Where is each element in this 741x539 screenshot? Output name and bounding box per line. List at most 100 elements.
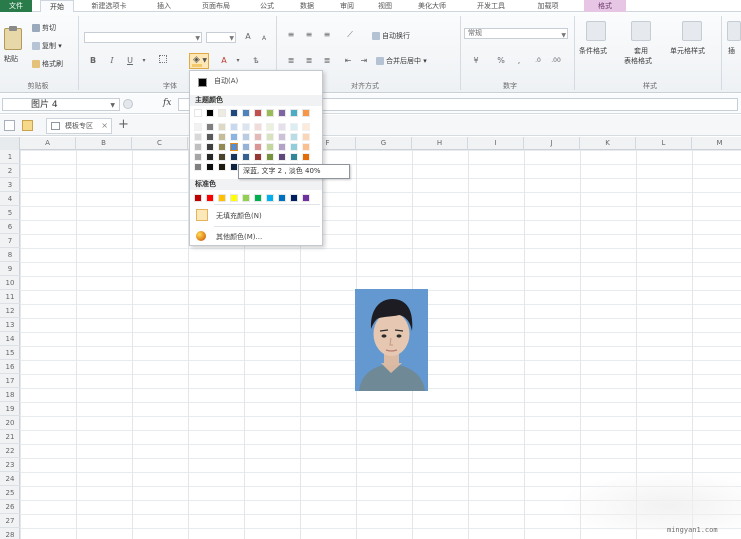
theme-shade-swatch[interactable]: [218, 133, 226, 141]
theme-shade-swatch[interactable]: [194, 143, 202, 151]
theme-shade-swatch[interactable]: [218, 143, 226, 151]
merge-center-button[interactable]: 合并后居中 ▾: [376, 56, 427, 66]
insert-cells-button[interactable]: 插: [728, 46, 735, 56]
column-header[interactable]: L: [636, 137, 692, 150]
standard-color-swatch[interactable]: [254, 194, 262, 202]
tab-8[interactable]: 视图: [368, 0, 402, 12]
theme-shade-swatch[interactable]: [194, 133, 202, 141]
theme-color-swatch[interactable]: [278, 109, 286, 117]
more-colors-option[interactable]: 其他颜色(M)...: [216, 232, 348, 242]
column-header[interactable]: M: [692, 137, 741, 150]
theme-shade-swatch[interactable]: [194, 153, 202, 161]
grow-font-button[interactable]: A: [242, 31, 254, 43]
row-header[interactable]: 15: [0, 346, 20, 360]
column-header[interactable]: G: [356, 137, 412, 150]
row-header[interactable]: 19: [0, 402, 20, 416]
theme-shade-swatch[interactable]: [230, 153, 238, 161]
tab-6[interactable]: 数据: [290, 0, 324, 12]
theme-shade-swatch[interactable]: [290, 123, 298, 131]
font-color-button[interactable]: A: [218, 55, 230, 67]
cell-styles-icon[interactable]: [682, 21, 702, 41]
row-header[interactable]: 16: [0, 360, 20, 374]
tab-10[interactable]: 开发工具: [466, 0, 516, 12]
column-header[interactable]: C: [132, 137, 188, 150]
row-header[interactable]: 11: [0, 290, 20, 304]
theme-shade-swatch[interactable]: [266, 133, 274, 141]
row-header[interactable]: 7: [0, 234, 20, 248]
theme-shade-swatch[interactable]: [290, 153, 298, 161]
row-header[interactable]: 3: [0, 178, 20, 192]
phonetic-button[interactable]: ѣ: [250, 55, 262, 67]
column-header[interactable]: H: [412, 137, 468, 150]
theme-shade-swatch[interactable]: [218, 123, 226, 131]
conditional-format-button[interactable]: 条件格式: [579, 46, 607, 56]
copy-button[interactable]: 复制 ▾: [32, 41, 62, 51]
cut-button[interactable]: 剪切: [32, 23, 56, 33]
theme-color-swatch[interactable]: [206, 109, 214, 117]
theme-color-swatch[interactable]: [290, 109, 298, 117]
theme-shade-swatch[interactable]: [266, 143, 274, 151]
standard-color-swatch[interactable]: [266, 194, 274, 202]
theme-color-swatch[interactable]: [230, 109, 238, 117]
theme-shade-swatch[interactable]: [206, 153, 214, 161]
row-header[interactable]: 21: [0, 430, 20, 444]
select-all-corner[interactable]: [0, 137, 20, 150]
theme-color-swatch[interactable]: [266, 109, 274, 117]
theme-shade-swatch[interactable]: [302, 143, 310, 151]
bold-button[interactable]: B: [87, 55, 99, 67]
theme-shade-swatch[interactable]: [242, 143, 250, 151]
tab-5[interactable]: 公式: [250, 0, 284, 12]
align-center-icon[interactable]: ≣: [303, 55, 315, 67]
tab-0[interactable]: 文件: [0, 0, 32, 12]
standard-color-swatch[interactable]: [302, 194, 310, 202]
tab-4[interactable]: 页面布局: [190, 0, 242, 12]
id-photo-picture[interactable]: [355, 289, 428, 391]
increase-indent-icon[interactable]: ⇥: [358, 55, 370, 67]
standard-color-swatch[interactable]: [218, 194, 226, 202]
shrink-font-button[interactable]: A: [258, 33, 270, 45]
insert-cells-icon[interactable]: [727, 21, 741, 41]
underline-dropdown[interactable]: ▾: [138, 55, 150, 67]
theme-shade-swatch[interactable]: [302, 133, 310, 141]
row-header[interactable]: 10: [0, 276, 20, 290]
name-box[interactable]: 图片 4 ▼: [2, 98, 120, 111]
theme-shade-swatch[interactable]: [206, 163, 214, 171]
formula-bar-handle-icon[interactable]: [123, 99, 133, 109]
insert-function-button[interactable]: fx: [163, 98, 171, 108]
column-header[interactable]: A: [20, 137, 76, 150]
currency-icon[interactable]: ¥: [470, 55, 482, 67]
theme-shade-swatch[interactable]: [242, 153, 250, 161]
row-header[interactable]: 2: [0, 164, 20, 178]
column-header[interactable]: K: [580, 137, 636, 150]
align-top-icon[interactable]: ≡: [285, 29, 297, 41]
row-header[interactable]: 9: [0, 262, 20, 276]
tab-3[interactable]: 插入: [146, 0, 182, 12]
folder-icon[interactable]: [22, 120, 33, 131]
cell-styles-button[interactable]: 单元格样式: [670, 46, 705, 56]
font-name-combo[interactable]: ▼: [84, 32, 202, 43]
row-header[interactable]: 8: [0, 248, 20, 262]
column-header[interactable]: B: [76, 137, 132, 150]
theme-shade-swatch[interactable]: [218, 163, 226, 171]
table-format-button[interactable]: 套用: [634, 46, 648, 56]
theme-color-swatch[interactable]: [194, 109, 202, 117]
tab-7[interactable]: 审阅: [330, 0, 364, 12]
row-header[interactable]: 26: [0, 500, 20, 514]
increase-decimal-icon[interactable]: .0: [532, 55, 544, 67]
theme-shade-swatch[interactable]: [242, 123, 250, 131]
theme-color-swatch[interactable]: [218, 109, 226, 117]
decrease-indent-icon[interactable]: ⇤: [342, 55, 354, 67]
theme-shade-swatch[interactable]: [290, 143, 298, 151]
row-header[interactable]: 24: [0, 472, 20, 486]
theme-shade-swatch[interactable]: [206, 143, 214, 151]
paste-icon[interactable]: [4, 26, 22, 50]
standard-color-swatch[interactable]: [278, 194, 286, 202]
theme-shade-swatch[interactable]: [194, 163, 202, 171]
theme-shade-swatch[interactable]: [278, 133, 286, 141]
row-header[interactable]: 1: [0, 150, 20, 164]
template-zone-tab[interactable]: 模板专区 ×: [46, 118, 112, 134]
number-format-combo[interactable]: 常规 ▼: [464, 28, 568, 39]
row-header[interactable]: 27: [0, 514, 20, 528]
orientation-icon[interactable]: ⟋: [344, 29, 356, 41]
theme-shade-swatch[interactable]: [254, 133, 262, 141]
